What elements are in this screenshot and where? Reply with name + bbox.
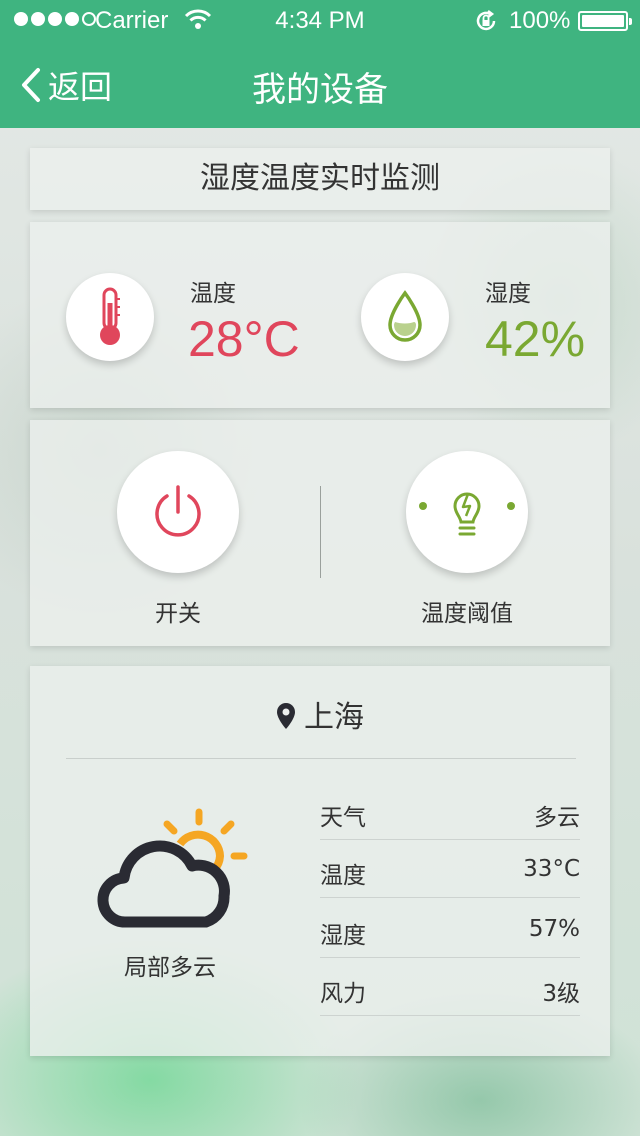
weather-row-value: 3级 (542, 981, 580, 1007)
weather-row-key: 风力 (320, 981, 366, 1007)
weather-row: 风力 3级 (320, 958, 580, 1016)
location-pin-icon (277, 703, 295, 729)
battery-icon (578, 11, 632, 31)
threshold-label: 温度阈值 (421, 601, 513, 627)
humidity-label: 湿度 (485, 281, 531, 307)
divider (320, 486, 321, 578)
thermometer-icon (66, 273, 154, 361)
temperature-value: 28°C (188, 311, 300, 367)
power-icon (155, 485, 201, 537)
monitor-section-title: 湿度温度实时监测 (30, 148, 610, 210)
threshold-button[interactable] (406, 451, 528, 573)
weather-row: 天气 多云 (320, 782, 580, 840)
water-drop-icon (361, 273, 449, 361)
weather-row-key: 湿度 (320, 923, 366, 949)
temperature-label: 温度 (190, 281, 236, 307)
weather-row-key: 温度 (320, 863, 366, 889)
weather-card: 上海 局部多云 天气 多云 温度 33°C 湿度 57% 风力 3级 (30, 666, 610, 1056)
city-name: 上海 (30, 692, 610, 736)
city-label: 上海 (304, 700, 364, 735)
lightbulb-icon (419, 492, 515, 536)
page-title: 我的设备 (252, 70, 388, 110)
control-card: 开关 温度阈值 (30, 420, 610, 646)
humidity-value: 42% (485, 311, 586, 367)
weather-row: 温度 33°C (320, 840, 580, 898)
battery-percent: 100% (509, 7, 571, 34)
weather-row-value: 33°C (523, 856, 580, 882)
weather-row-value: 57% (528, 916, 580, 942)
power-label: 开关 (155, 601, 201, 627)
power-button[interactable] (117, 451, 239, 573)
weather-row-value: 多云 (534, 805, 580, 831)
weather-row: 湿度 57% (320, 900, 580, 958)
weather-row-key: 天气 (320, 805, 366, 831)
weather-description: 局部多云 (124, 955, 216, 981)
rotation-lock-icon (474, 9, 498, 40)
header-bar: Carrier 4:34 PM 100% 返回 我的设备 (0, 0, 640, 128)
status-bar: Carrier 4:34 PM 100% (0, 0, 640, 40)
partly-cloudy-icon (97, 808, 248, 928)
divider (66, 758, 576, 759)
monitor-card: 温度 28°C 湿度 42% (30, 222, 610, 408)
